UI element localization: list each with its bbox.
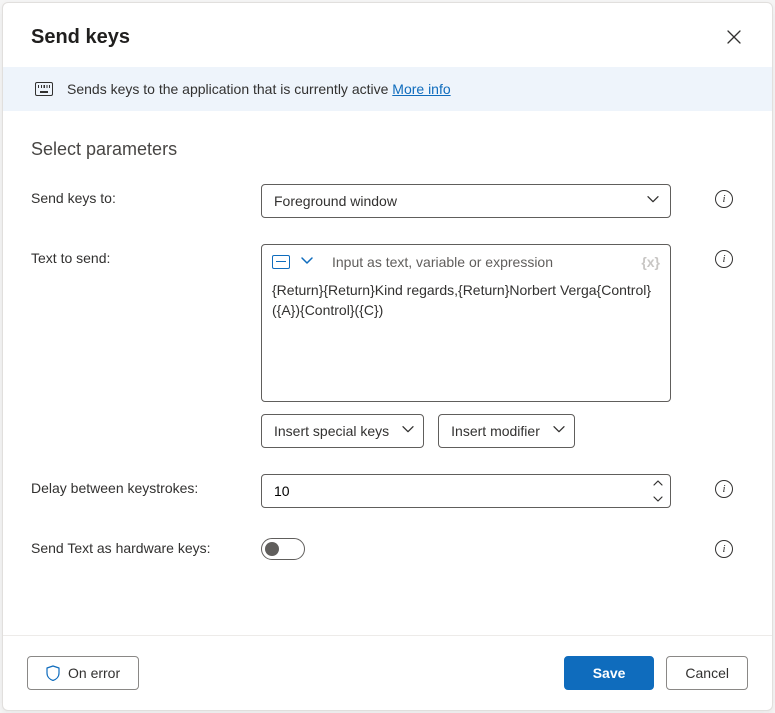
text-to-send-input[interactable]: Input as text, variable or expression {x… xyxy=(261,244,671,402)
cancel-button[interactable]: Cancel xyxy=(666,656,748,690)
info-icon[interactable]: i xyxy=(715,540,733,558)
info-icon[interactable]: i xyxy=(715,480,733,498)
delay-decrement-button[interactable] xyxy=(646,491,670,507)
toggle-knob xyxy=(265,542,279,556)
chevron-down-icon xyxy=(552,422,566,439)
section-title: Select parameters xyxy=(31,139,744,160)
send-keys-to-dropdown[interactable]: Foreground window xyxy=(261,184,671,218)
info-icon[interactable]: i xyxy=(715,190,733,208)
dialog-title: Send keys xyxy=(31,26,130,49)
delay-input[interactable] xyxy=(262,475,646,507)
info-icon[interactable]: i xyxy=(715,250,733,268)
keyboard-icon xyxy=(35,82,53,96)
info-bar: Sends keys to the application that is cu… xyxy=(3,67,772,111)
label-hardware-keys: Send Text as hardware keys: xyxy=(31,534,261,556)
insert-modifier-button[interactable]: Insert modifier xyxy=(438,414,575,448)
on-error-label: On error xyxy=(68,665,120,681)
on-error-button[interactable]: On error xyxy=(27,656,139,690)
info-bar-message: Sends keys to the application that is cu… xyxy=(67,81,392,97)
chevron-down-icon xyxy=(401,422,415,439)
info-bar-text: Sends keys to the application that is cu… xyxy=(67,81,451,97)
insert-special-keys-button[interactable]: Insert special keys xyxy=(261,414,424,448)
variable-icon[interactable]: {x} xyxy=(641,254,660,270)
row-hardware-keys: Send Text as hardware keys: i xyxy=(31,534,744,560)
close-button[interactable] xyxy=(720,23,748,51)
close-icon xyxy=(727,30,741,44)
label-delay: Delay between keystrokes: xyxy=(31,474,261,496)
delay-spinner[interactable] xyxy=(261,474,671,508)
dialog-footer: On error Save Cancel xyxy=(3,635,772,710)
text-input-placeholder: Input as text, variable or expression xyxy=(332,254,553,270)
label-text-to-send: Text to send: xyxy=(31,244,261,266)
send-keys-dialog: Send keys Sends keys to the application … xyxy=(2,2,773,711)
dialog-header: Send keys xyxy=(3,3,772,67)
save-button[interactable]: Save xyxy=(564,656,655,690)
chevron-down-icon[interactable] xyxy=(300,253,314,270)
row-text-to-send: Text to send: Input as text, variable or… xyxy=(31,244,744,448)
send-keys-to-value: Foreground window xyxy=(274,193,397,209)
delay-increment-button[interactable] xyxy=(646,475,670,491)
row-delay: Delay between keystrokes: i xyxy=(31,474,744,508)
more-info-link[interactable]: More info xyxy=(392,81,450,97)
chevron-down-icon xyxy=(646,192,660,209)
insert-modifier-label: Insert modifier xyxy=(451,423,540,439)
hardware-keys-toggle[interactable] xyxy=(261,538,305,560)
label-send-keys-to: Send keys to: xyxy=(31,184,261,206)
text-to-send-content[interactable]: {Return}{Return}Kind regards,{Return}Nor… xyxy=(272,280,660,370)
text-field-icon xyxy=(272,255,290,269)
row-send-keys-to: Send keys to: Foreground window i xyxy=(31,184,744,218)
text-input-header: Input as text, variable or expression {x… xyxy=(272,253,660,270)
insert-special-keys-label: Insert special keys xyxy=(274,423,389,439)
shield-icon xyxy=(46,665,60,681)
dialog-body: Select parameters Send keys to: Foregrou… xyxy=(3,111,772,635)
